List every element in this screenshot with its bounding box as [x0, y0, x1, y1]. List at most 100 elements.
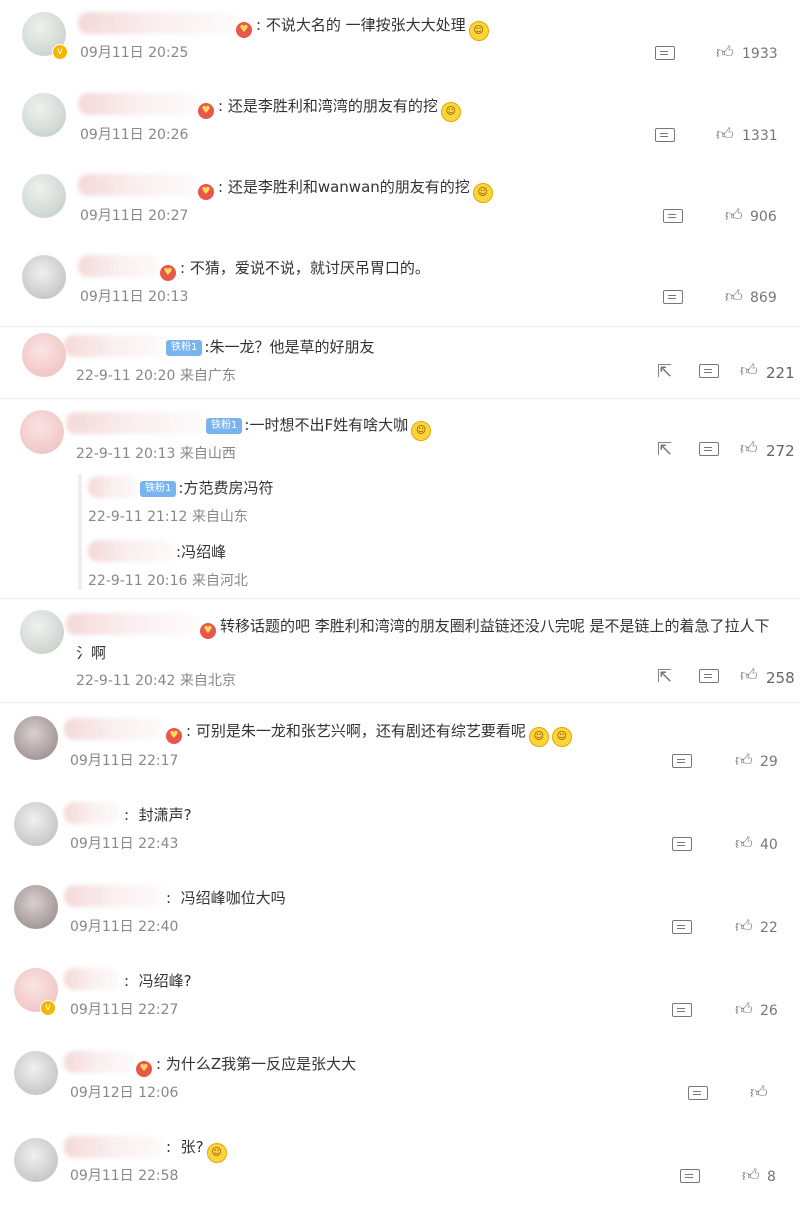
- comment-text: 转移话题的吧 李胜利和湾湾的朋友圈利益链还没八完呢 是不是链上的着急了拉人下: [220, 617, 770, 635]
- share-icon[interactable]: ⇱: [657, 668, 672, 686]
- comment-text: 不说大名的 一律按张大大处理: [265, 16, 466, 34]
- avatar[interactable]: [14, 885, 58, 929]
- like-count: 8: [767, 1169, 776, 1185]
- timestamp: 09月11日 20:13: [80, 289, 189, 305]
- thumb-up-icon[interactable]: 👍︎: [740, 440, 758, 458]
- comment-line: 铁粉1:一时想不出F姓有啥大咖 ☺: [206, 414, 432, 441]
- timestamp: 09月12日 12:06: [70, 1085, 179, 1101]
- thumb-up-icon[interactable]: 👍︎: [716, 126, 734, 144]
- heart-badge-icon: ♥: [198, 184, 214, 200]
- reply-box-icon[interactable]: [688, 1086, 708, 1100]
- reply-box-icon[interactable]: [672, 1003, 692, 1017]
- comment-line: ♥: 不猜，爱说不说，就讨厌吊胃口的。: [160, 257, 430, 281]
- thumb-up-icon[interactable]: 👍︎: [735, 1001, 753, 1019]
- comment-line: ♥: 不说大名的 一律按张大大处理 ☺: [236, 14, 489, 41]
- comment-text: 为什么Z我第一反应是张大大: [165, 1055, 357, 1073]
- avatar[interactable]: [22, 333, 66, 377]
- reply-box-icon[interactable]: [655, 128, 675, 142]
- reply-box-icon[interactable]: [680, 1169, 700, 1183]
- username-blurred[interactable]: [66, 613, 198, 635]
- thumb-up-icon[interactable]: 👍︎: [735, 918, 753, 936]
- timestamp: 09月11日 20:27: [80, 208, 189, 224]
- avatar[interactable]: [22, 255, 66, 299]
- verified-badge-icon: v: [40, 1000, 56, 1016]
- heart-badge-icon: ♥: [136, 1061, 152, 1077]
- reply-box-icon[interactable]: [672, 920, 692, 934]
- comment-line: 铁粉1:朱一龙？他是草的好朋友: [166, 336, 374, 357]
- share-icon[interactable]: ⇱: [657, 441, 672, 459]
- username-blurred[interactable]: [64, 1051, 134, 1073]
- thumb-up-icon[interactable]: 👍︎: [740, 667, 758, 685]
- username-blurred[interactable]: [64, 1136, 164, 1158]
- comment-line: ♥: 可别是朱一龙和张艺兴啊，还有剧还有综艺要看呢 ☺ ☺: [166, 720, 572, 747]
- timestamp: 09月11日 22:43: [70, 836, 179, 852]
- divider: [0, 326, 800, 327]
- username-blurred[interactable]: [78, 93, 198, 115]
- avatar[interactable]: [22, 174, 66, 218]
- username-blurred[interactable]: [78, 12, 238, 34]
- reply-box-icon[interactable]: [663, 290, 683, 304]
- avatar[interactable]: [22, 93, 66, 137]
- reply-box-icon[interactable]: [663, 209, 683, 223]
- comment-text: 冯绍峰?: [138, 972, 192, 990]
- timestamp: 09月11日 20:26: [80, 127, 189, 143]
- comment-line: : 封潇声?: [124, 806, 192, 824]
- emoji-icon: ☺: [440, 102, 461, 122]
- reply-box-icon[interactable]: [699, 364, 719, 378]
- comment-text-continued: 氵啊: [76, 644, 107, 662]
- emoji-icon: ☺: [206, 1143, 227, 1163]
- reply-box-icon[interactable]: [672, 837, 692, 851]
- reply-box-icon[interactable]: [655, 46, 675, 60]
- username-blurred[interactable]: [88, 540, 174, 562]
- comment-line: 铁粉1:方范费房冯符: [140, 477, 273, 498]
- username-blurred[interactable]: [64, 885, 164, 907]
- username-blurred[interactable]: [78, 174, 198, 196]
- thumb-up-icon[interactable]: 👍︎: [725, 207, 743, 225]
- username-blurred[interactable]: [66, 412, 206, 434]
- share-icon[interactable]: ⇱: [657, 363, 672, 381]
- avatar[interactable]: [14, 1138, 58, 1182]
- username-blurred[interactable]: [88, 476, 140, 498]
- avatar[interactable]: [14, 716, 58, 760]
- comment-line: ♥ 转移话题的吧 李胜利和湾湾的朋友圈利益链还没八完呢 是不是链上的着急了拉人下: [200, 615, 770, 639]
- username-blurred[interactable]: [64, 968, 120, 990]
- timestamp: 22-9-11 21:12 来自山东: [88, 509, 248, 525]
- heart-badge-icon: ♥: [166, 728, 182, 744]
- comment-text: 封潇声?: [138, 806, 192, 824]
- reply-box-icon[interactable]: [672, 754, 692, 768]
- thumb-up-icon[interactable]: 👍︎: [742, 1167, 760, 1185]
- thumb-up-icon[interactable]: 👍︎: [716, 44, 734, 62]
- thumb-up-icon[interactable]: 👍︎: [735, 752, 753, 770]
- reply-box-icon[interactable]: [699, 669, 719, 683]
- username-blurred[interactable]: [64, 718, 164, 740]
- timestamp: 09月11日 20:25: [80, 45, 189, 61]
- timestamp: 22-9-11 20:20 来自广东: [76, 368, 236, 384]
- username-blurred[interactable]: [64, 802, 120, 824]
- emoji-icon: ☺: [528, 727, 549, 747]
- comment-line: ♥: 还是李胜利和湾湾的朋友有的挖 ☺: [198, 95, 461, 122]
- thumb-up-icon[interactable]: 👍︎: [735, 835, 753, 853]
- reply-box-icon[interactable]: [699, 442, 719, 456]
- thumb-up-icon[interactable]: 👍︎: [740, 362, 758, 380]
- username-blurred[interactable]: [64, 335, 164, 357]
- comment-text: 冯绍峰: [181, 543, 227, 561]
- username-blurred[interactable]: [78, 255, 160, 277]
- like-count: 1331: [742, 128, 778, 144]
- avatar[interactable]: [20, 410, 64, 454]
- comment-text: 朱一龙？他是草的好朋友: [209, 338, 375, 356]
- emoji-icon: ☺: [472, 183, 493, 203]
- like-count: 906: [750, 209, 777, 225]
- thumb-up-icon[interactable]: 👍︎: [725, 288, 743, 306]
- emoji-icon: ☺: [411, 421, 432, 441]
- heart-badge-icon: ♥: [236, 22, 252, 38]
- comment-line: : 张? ☺: [166, 1136, 227, 1163]
- like-count: 40: [760, 837, 778, 853]
- like-count: 869: [750, 290, 777, 306]
- avatar[interactable]: [14, 1051, 58, 1095]
- thumb-up-icon[interactable]: 👍︎: [750, 1084, 768, 1102]
- avatar[interactable]: [20, 610, 64, 654]
- comment-text: 张?: [180, 1138, 204, 1156]
- avatar[interactable]: [14, 802, 58, 846]
- comment-text: 冯绍峰咖位大吗: [180, 889, 286, 907]
- comment-text: 一时想不出F姓有啥大咖: [249, 416, 409, 434]
